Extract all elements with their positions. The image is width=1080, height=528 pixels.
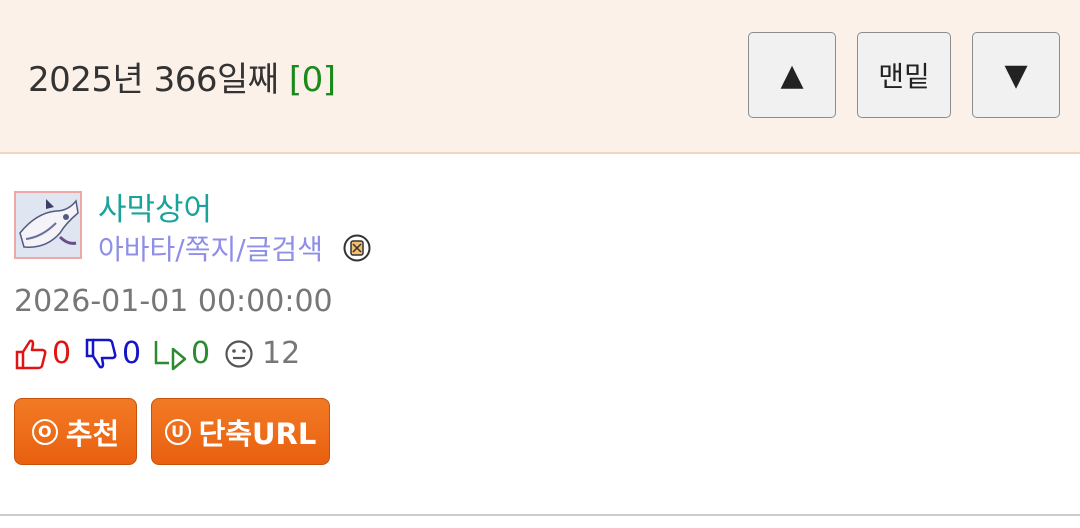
reply-count: 0 — [191, 336, 211, 371]
go-bottom-button[interactable]: 맨밑 — [857, 32, 951, 118]
views-face-icon — [225, 339, 253, 368]
badge-icon — [343, 234, 371, 262]
downvote-count: 0 — [122, 336, 142, 371]
post-date: 2026-01-01 00:00:00 — [14, 284, 333, 319]
title-text: 2025년 366일째 — [28, 60, 279, 100]
recommend-button[interactable]: O 추천 — [14, 398, 137, 465]
view-count: 12 — [262, 336, 301, 371]
thumbs-down-icon[interactable] — [84, 337, 118, 371]
recommend-label: 추천 — [65, 416, 120, 451]
author-name[interactable]: 사막상어 — [98, 184, 212, 229]
divider — [0, 514, 1080, 516]
short-url-icon: U — [164, 418, 191, 445]
post-header: 2025년 366일째 [0] ▲ 맨밑 ▼ — [0, 0, 1080, 154]
scroll-up-button[interactable]: ▲ — [748, 32, 836, 118]
upvote-count: 0 — [52, 336, 72, 371]
page-title: 2025년 366일째 [0] — [28, 52, 336, 101]
short-url-button[interactable]: U 단축URL — [151, 398, 330, 465]
thumbs-up-icon[interactable] — [14, 337, 48, 371]
comment-count[interactable]: [0] — [289, 60, 336, 100]
author-links[interactable]: 아바타/쪽지/글검색 — [98, 228, 323, 268]
recommend-icon: O — [31, 418, 58, 445]
reply-icon — [154, 340, 187, 370]
short-url-label: 단축URL — [198, 416, 317, 451]
scroll-down-button[interactable]: ▼ — [972, 32, 1060, 118]
avatar[interactable] — [14, 191, 82, 259]
